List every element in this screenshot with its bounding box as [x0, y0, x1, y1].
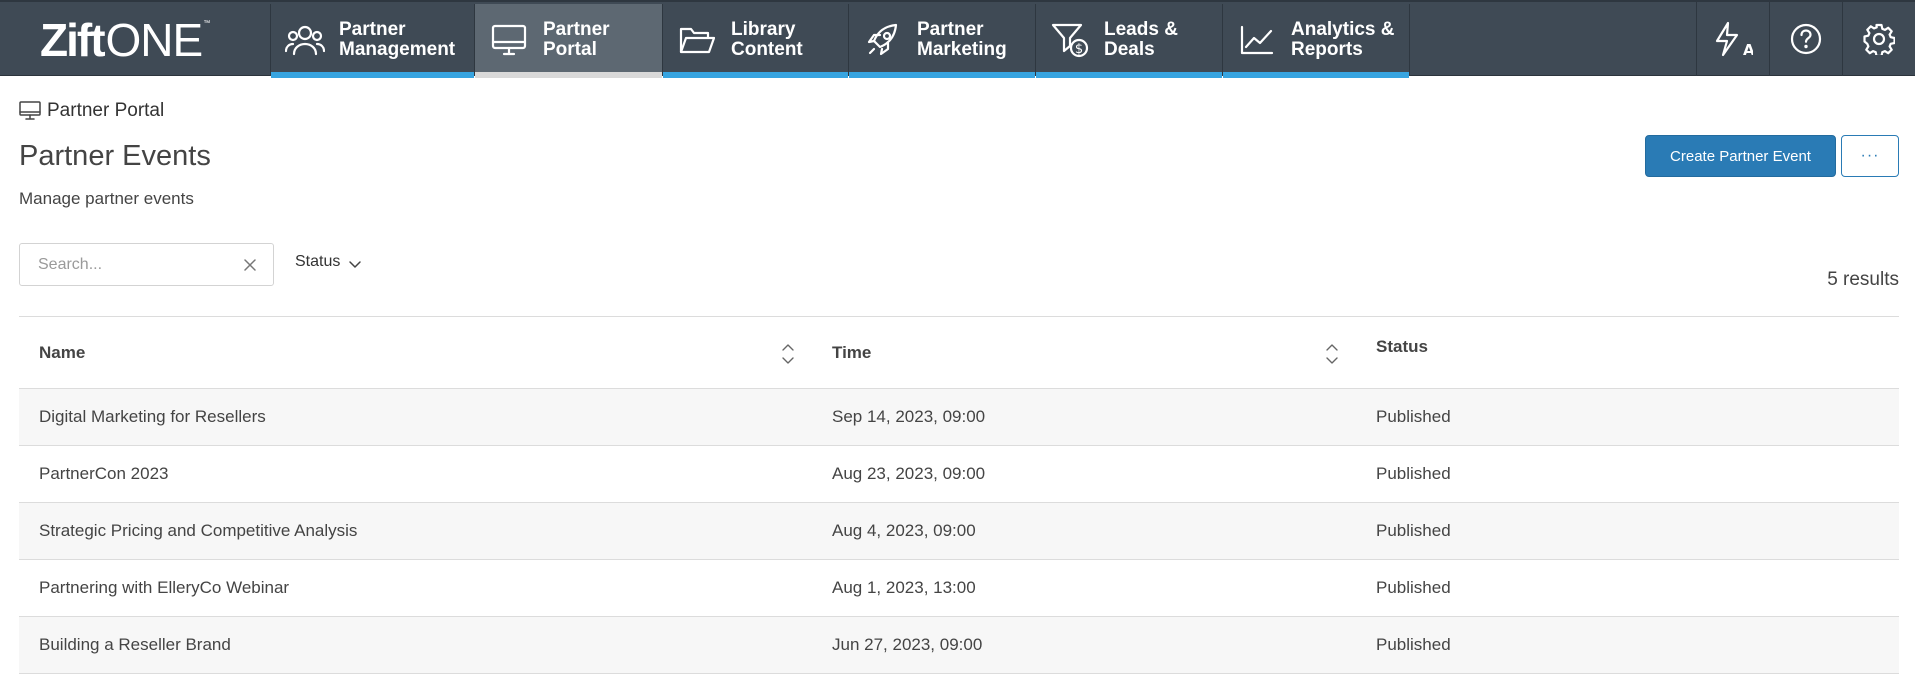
nav-item-partner-management[interactable]: Partner Management — [270, 4, 474, 78]
logo-trademark: ™ — [203, 20, 211, 27]
clear-search-icon[interactable] — [243, 258, 257, 272]
search-input[interactable] — [38, 254, 228, 276]
cell-status: Published — [1376, 464, 1451, 483]
table-row[interactable]: Building a Reseller Brand Jun 27, 2023, … — [19, 617, 1899, 674]
sort-name-icon[interactable] — [780, 341, 796, 367]
nav-label: Partner Marketing — [917, 19, 1007, 60]
more-actions-button[interactable]: ··· — [1841, 135, 1899, 177]
table-body: Digital Marketing for Resellers Sep 14, … — [19, 389, 1899, 674]
translate-button[interactable]: A — [1696, 2, 1769, 76]
cell-status: Published — [1376, 521, 1451, 540]
help-icon — [1790, 23, 1822, 55]
table-row[interactable]: Strategic Pricing and Competitive Analys… — [19, 503, 1899, 560]
cell-time: Jun 27, 2023, 09:00 — [832, 635, 983, 654]
cell-name[interactable]: PartnerCon 2023 — [39, 446, 168, 502]
breadcrumb[interactable]: Partner Portal — [19, 100, 164, 122]
status-filter-dropdown[interactable]: Status — [295, 253, 362, 271]
table-row[interactable]: Partnering with ElleryCo Webinar Aug 1, … — [19, 560, 1899, 617]
svg-text:$: $ — [1075, 42, 1083, 57]
page-subtitle: Manage partner events — [19, 189, 194, 208]
nav-item-library-content[interactable]: Library Content — [662, 4, 848, 78]
nav-label: Analytics & Reports — [1291, 19, 1395, 60]
cell-status: Published — [1376, 407, 1451, 426]
cell-name[interactable]: Building a Reseller Brand — [39, 617, 231, 673]
results-count: 5 results — [1827, 269, 1899, 290]
events-table: Name Time Status Digital Marketing for R… — [19, 316, 1899, 674]
funnel-dollar-icon: $ — [1050, 22, 1090, 58]
cell-time: Sep 14, 2023, 09:00 — [832, 407, 986, 426]
column-header-status: Status — [1376, 337, 1428, 356]
nav-item-partner-marketing[interactable]: Partner Marketing — [848, 4, 1035, 78]
table-row[interactable]: PartnerCon 2023 Aug 23, 2023, 09:00 Publ… — [19, 446, 1899, 503]
page-title: Partner Events — [19, 140, 211, 172]
sort-time-icon[interactable] — [1324, 341, 1340, 367]
toolbar-icons: A — [1696, 2, 1915, 76]
chevron-down-icon — [348, 257, 362, 268]
cell-time: Aug 1, 2023, 13:00 — [832, 578, 976, 597]
main-nav: Partner Management Partner Portal Librar… — [270, 4, 1410, 78]
svg-text:A: A — [1743, 41, 1753, 57]
cell-time: Aug 23, 2023, 09:00 — [832, 464, 986, 483]
monitor-icon — [19, 100, 43, 122]
gear-icon — [1863, 23, 1895, 55]
nav-item-leads-deals[interactable]: $ Leads & Deals — [1035, 4, 1222, 78]
translate-icon: A — [1715, 21, 1753, 57]
users-icon — [285, 22, 325, 58]
cell-status: Published — [1376, 578, 1451, 597]
nav-label: Partner Management — [339, 19, 456, 60]
nav-label: Library Content — [731, 19, 803, 60]
monitor-icon — [489, 22, 529, 58]
folder-open-icon — [677, 22, 717, 58]
table-row[interactable]: Digital Marketing for Resellers Sep 14, … — [19, 389, 1899, 446]
ziftone-logo[interactable]: Zift ONE ™ — [40, 16, 210, 64]
logo-light-text: ONE — [105, 14, 204, 66]
settings-button[interactable] — [1842, 2, 1915, 76]
column-header-time[interactable]: Time — [832, 317, 871, 389]
create-partner-event-button[interactable]: Create Partner Event — [1645, 135, 1836, 177]
rocket-icon — [863, 22, 903, 58]
cell-name[interactable]: Strategic Pricing and Competitive Analys… — [39, 503, 357, 559]
nav-item-analytics-reports[interactable]: Analytics & Reports — [1222, 4, 1410, 78]
search-box — [19, 243, 274, 286]
line-chart-icon — [1237, 22, 1277, 58]
top-navigation-bar: Zift ONE ™ Partner Management Partner Po… — [0, 0, 1915, 78]
column-header-name[interactable]: Name — [39, 317, 85, 389]
logo-bold-text: Zift — [40, 14, 106, 66]
nav-label: Leads & Deals — [1104, 19, 1178, 60]
table-header: Name Time Status — [19, 316, 1899, 389]
cell-status: Published — [1376, 635, 1451, 654]
cell-time: Aug 4, 2023, 09:00 — [832, 521, 976, 540]
nav-item-partner-portal[interactable]: Partner Portal — [474, 4, 662, 78]
cell-name[interactable]: Digital Marketing for Resellers — [39, 389, 266, 445]
breadcrumb-label: Partner Portal — [47, 100, 165, 121]
help-button[interactable] — [1769, 2, 1842, 76]
cell-name[interactable]: Partnering with ElleryCo Webinar — [39, 560, 289, 616]
nav-label: Partner Portal — [543, 19, 610, 60]
status-filter-label: Status — [295, 253, 341, 270]
